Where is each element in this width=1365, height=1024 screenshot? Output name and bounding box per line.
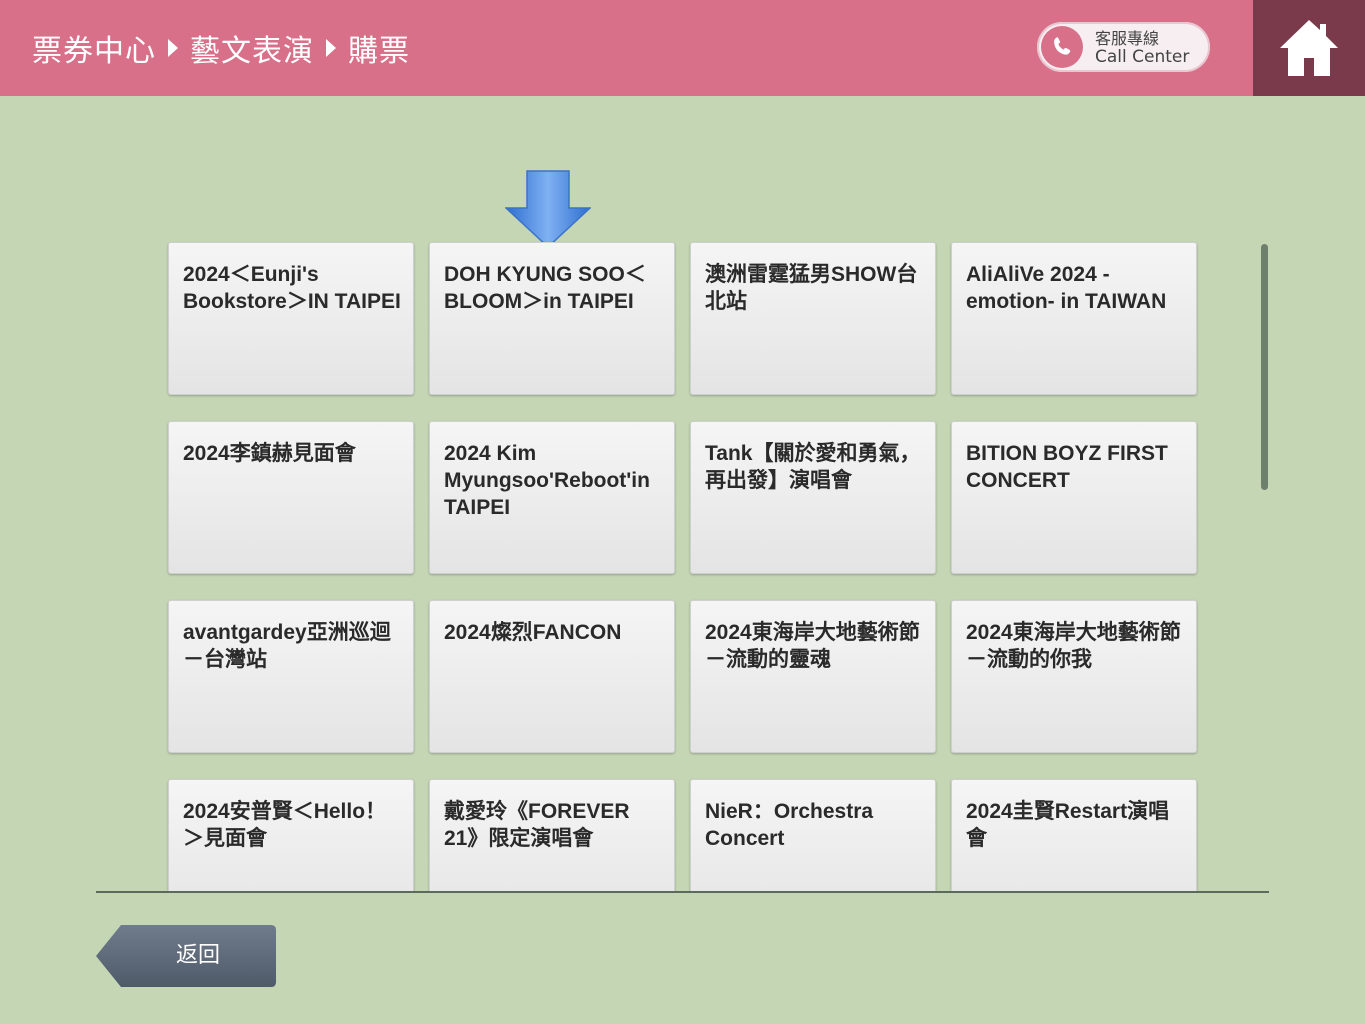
event-title: 2024 Kim Myungsoo'Reboot'in TAIPEI: [444, 442, 650, 519]
back-button-label: 返回: [175, 943, 220, 968]
chevron-right-icon: [168, 39, 178, 57]
event-tile[interactable]: NieR：Orchestra Concert: [690, 779, 936, 892]
event-tile[interactable]: 戴愛玲《FOREVER 21》限定演唱會: [429, 779, 675, 892]
event-title: NieR：Orchestra Concert: [705, 800, 874, 850]
event-title: 2024＜Eunji's Bookstore＞IN TAIPEI: [183, 263, 401, 313]
scrollbar[interactable]: [1261, 244, 1268, 490]
call-center-label-en: Call Center: [1095, 47, 1190, 67]
breadcrumb-item-ticket-center[interactable]: 票券中心: [32, 26, 156, 70]
event-title: avantgardey亞洲巡迴－台灣站: [183, 621, 391, 671]
event-title: 戴愛玲《FOREVER 21》限定演唱會: [444, 800, 630, 850]
event-tile[interactable]: 2024＜Eunji's Bookstore＞IN TAIPEI: [168, 242, 414, 395]
header-bar: 票券中心 藝文表演 購票 客服專線 Call Center: [0, 0, 1253, 96]
phone-icon: [1041, 26, 1083, 68]
event-tile[interactable]: 2024東海岸大地藝術節－流動的靈魂: [690, 600, 936, 753]
breadcrumb-item-performances[interactable]: 藝文表演: [190, 26, 314, 70]
breadcrumb-item-buy-ticket: 購票: [348, 34, 410, 69]
event-tile[interactable]: 2024圭賢Restart演唱會: [951, 779, 1197, 892]
event-title: 2024東海岸大地藝術節－流動的你我: [966, 621, 1181, 671]
call-center-text: 客服專線 Call Center: [1095, 29, 1189, 67]
event-title: AliAliVe 2024 -emotion- in TAIWAN: [966, 263, 1167, 313]
event-tile[interactable]: 2024安普賢＜Hello！＞見面會: [168, 779, 414, 892]
chevron-right-icon: [326, 39, 336, 57]
event-title: 2024燦烈FANCON: [444, 621, 622, 644]
event-tile[interactable]: 2024李鎮赫見面會: [168, 421, 414, 574]
back-button[interactable]: 返回: [95, 924, 277, 988]
event-title: 2024安普賢＜Hello！＞見面會: [183, 800, 387, 850]
event-title: 澳洲雷霆猛男SHOW台北站: [705, 263, 918, 313]
breadcrumb: 票券中心 藝文表演 購票: [32, 26, 410, 70]
event-title: Tank【關於愛和勇氣，再出發】演唱會: [705, 442, 921, 492]
event-tile[interactable]: 澳洲雷霆猛男SHOW台北站: [690, 242, 936, 395]
event-tile[interactable]: avantgardey亞洲巡迴－台灣站: [168, 600, 414, 753]
event-title: DOH KYUNG SOO＜BLOOM＞in TAIPEI: [444, 263, 646, 313]
divider: [96, 891, 1269, 893]
home-button[interactable]: [1253, 0, 1365, 96]
call-center-label-zh: 客服專線: [1095, 29, 1160, 48]
event-title: 2024東海岸大地藝術節－流動的靈魂: [705, 621, 920, 671]
event-title: 2024李鎮赫見面會: [183, 442, 356, 465]
event-tile[interactable]: Tank【關於愛和勇氣，再出發】演唱會: [690, 421, 936, 574]
event-grid: 2024＜Eunji's Bookstore＞IN TAIPEI DOH KYUN…: [96, 236, 1216, 892]
event-title: 2024圭賢Restart演唱會: [966, 800, 1170, 850]
event-tile[interactable]: 2024東海岸大地藝術節－流動的你我: [951, 600, 1197, 753]
event-title: BITION BOYZ FIRST CONCERT: [966, 442, 1168, 492]
home-icon: [1280, 20, 1338, 76]
event-tile[interactable]: 2024燦烈FANCON: [429, 600, 675, 753]
event-tile[interactable]: BITION BOYZ FIRST CONCERT: [951, 421, 1197, 574]
call-center-button[interactable]: 客服專線 Call Center: [1037, 22, 1210, 72]
event-tile[interactable]: AliAliVe 2024 -emotion- in TAIWAN: [951, 242, 1197, 395]
event-tile[interactable]: DOH KYUNG SOO＜BLOOM＞in TAIPEI: [429, 242, 675, 395]
event-tile[interactable]: 2024 Kim Myungsoo'Reboot'in TAIPEI: [429, 421, 675, 574]
